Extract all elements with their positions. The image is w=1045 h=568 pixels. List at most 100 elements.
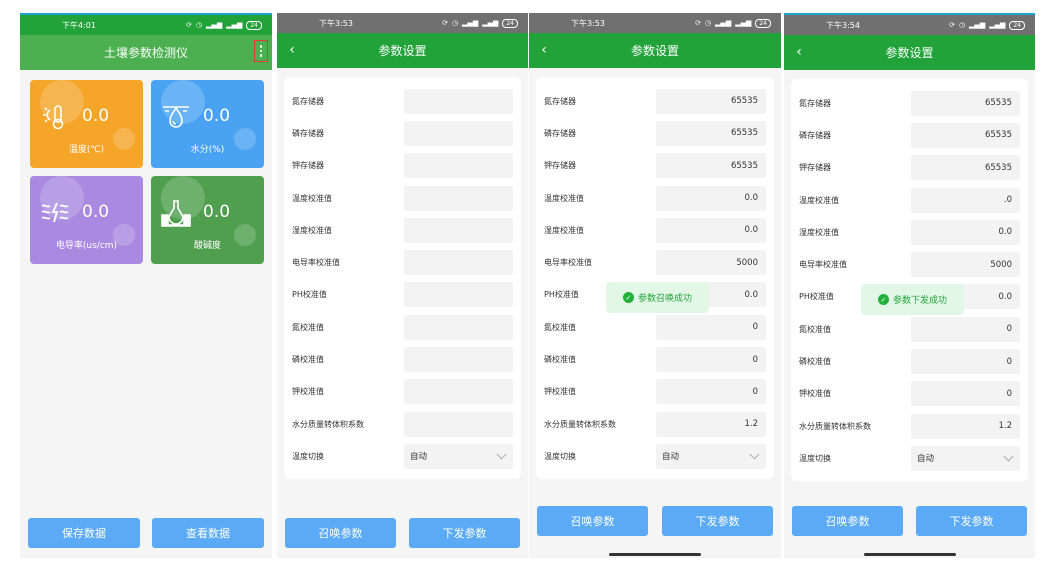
check-circle-icon: ✓ [622,292,634,303]
param-input[interactable] [404,314,513,340]
param-input[interactable]: 65535 [911,90,1020,116]
param-input[interactable]: 0 [656,379,766,405]
temp-switch-select[interactable]: 自动 [404,443,513,469]
temp-switch-select[interactable]: 自动 [911,445,1020,471]
recall-params-button[interactable]: 召唤参数 [285,518,396,548]
param-input[interactable]: 0 [911,381,1020,407]
home-indicator[interactable] [609,553,701,556]
signal-icon: ▂▄▆ [989,20,1006,29]
param-input[interactable] [404,250,513,276]
status-time: 下午3:53 [571,18,605,28]
field-label: 氮校准值 [292,322,324,332]
recall-params-button[interactable]: 召唤参数 [792,506,903,536]
status-icons: ⟳ ◷ ▂▄▆ ▂▄▆ 24 [949,20,1025,30]
temperature-tile[interactable]: 0.0 温度(℃) [30,80,143,168]
form-row: 钾存储器 65535 [544,150,766,182]
recall-params-button[interactable]: 召唤参数 [537,506,648,536]
param-input[interactable]: 65535 [656,153,766,179]
param-input[interactable]: 0.0 [656,185,766,211]
save-data-button[interactable]: 保存数据 [28,518,140,548]
param-input[interactable]: 0.0 [656,217,766,243]
form-row: 温度切换 自动 [799,442,1020,474]
params-screen-sent: 下午3:54 ⟳ ◷ ▂▄▆ ▂▄▆ 24 ‹ 参数设置 氮存储器 65535 … [784,13,1035,558]
param-input[interactable]: 65535 [911,155,1020,181]
field-label: 磷校准值 [799,357,831,367]
status-bar: 下午4:01 ⟳ ◷ ▂▄▆ ▂▄▆ 24 [20,15,272,35]
view-data-button[interactable]: 查看数据 [152,518,264,548]
status-time: 下午4:01 [62,20,96,30]
water-drop-icon [163,106,189,128]
signal-icon: ▂▄▆ [735,18,752,27]
back-button[interactable]: ‹ [535,40,553,60]
back-button[interactable]: ‹ [283,40,301,60]
send-params-button[interactable]: 下发参数 [409,518,520,548]
back-button[interactable]: ‹ [790,42,808,62]
form-row: 电导率校准值 5000 [544,246,766,278]
form-row: 磷存储器 [292,117,513,149]
moisture-label: 水分(%) [190,145,225,155]
form-row: 水分质量转体积系数 [292,408,513,440]
field-label: 钾校准值 [799,389,831,399]
signal-icon: ▂▄▆ [482,18,499,27]
param-input[interactable]: 0 [911,349,1020,375]
page-title: 参数设置 [885,46,934,60]
status-bar: 下午3:53 ⟳ ◷ ▂▄▆ ▂▄▆ 24 [529,13,781,33]
param-input[interactable] [404,347,513,373]
param-input[interactable] [404,379,513,405]
select-value: 自动 [917,454,935,465]
field-label: 温度切换 [292,451,324,461]
params-form: 氮存储器 65535 磷存储器 65535 钾存储器 65535 温度校准值 0… [536,77,774,479]
conductivity-tile[interactable]: 0.0 电导率(us/cm) [30,176,143,264]
param-input[interactable]: 1.2 [911,413,1020,439]
more-vert-icon [259,45,263,48]
param-input[interactable]: .0 [911,187,1020,213]
param-input[interactable] [404,185,513,211]
param-input[interactable]: 65535 [911,122,1020,148]
chevron-down-icon [749,449,760,460]
param-input[interactable]: 65535 [656,120,766,146]
send-params-button[interactable]: 下发参数 [916,506,1027,536]
more-menu-button[interactable] [254,40,268,62]
form-row: 电导率校准值 5000 [799,248,1020,280]
page-title: 土壤参数检测仪 [103,46,188,60]
param-input[interactable] [404,120,513,146]
param-input[interactable]: 1.2 [656,411,766,437]
param-input[interactable]: 0 [656,314,766,340]
param-input[interactable]: 65535 [656,88,766,114]
form-row: 磷校准值 0 [799,345,1020,377]
form-row: 温度校准值 [292,182,513,214]
sync-icon: ⟳ [949,20,955,29]
field-label: 氮校准值 [799,324,831,334]
send-params-button[interactable]: 下发参数 [662,506,773,536]
alarm-icon: ◷ [451,18,459,27]
param-input[interactable]: 5000 [911,252,1020,278]
home-indicator[interactable] [864,553,956,556]
conductivity-value: 0.0 [82,202,110,222]
form-row: 温度校准值 0.0 [544,182,766,214]
param-input[interactable]: 0.0 [911,219,1020,245]
battery-icon: 24 [502,18,518,28]
select-value: 自动 [662,452,680,463]
param-input[interactable] [404,411,513,437]
form-row: 温度切换 自动 [292,440,513,472]
moisture-tile[interactable]: 0.0 水分(%) [151,80,264,168]
param-input[interactable]: 0 [911,316,1020,342]
sync-icon: ⟳ [695,18,701,27]
ph-flask-icon: PH [161,200,191,227]
form-row: 钾存储器 65535 [799,152,1020,184]
param-input[interactable]: 0 [656,347,766,373]
battery-icon: 24 [246,20,262,30]
param-input[interactable] [404,153,513,179]
alarm-icon: ◷ [704,18,712,27]
param-input[interactable]: 5000 [656,250,766,276]
chevron-left-icon: ‹ [796,44,802,60]
status-icons: ⟳ ◷ ▂▄▆ ▂▄▆ 24 [186,20,262,30]
param-input[interactable] [404,282,513,308]
field-label: 钾存储器 [544,161,576,171]
temp-switch-select[interactable]: 自动 [656,443,766,469]
check-circle-icon: ✓ [877,294,889,305]
ph-tile[interactable]: PH 0.0 酸碱度 [151,176,264,264]
param-input[interactable] [404,217,513,243]
form-row: 磷校准值 0 [544,343,766,375]
param-input[interactable] [404,88,513,114]
